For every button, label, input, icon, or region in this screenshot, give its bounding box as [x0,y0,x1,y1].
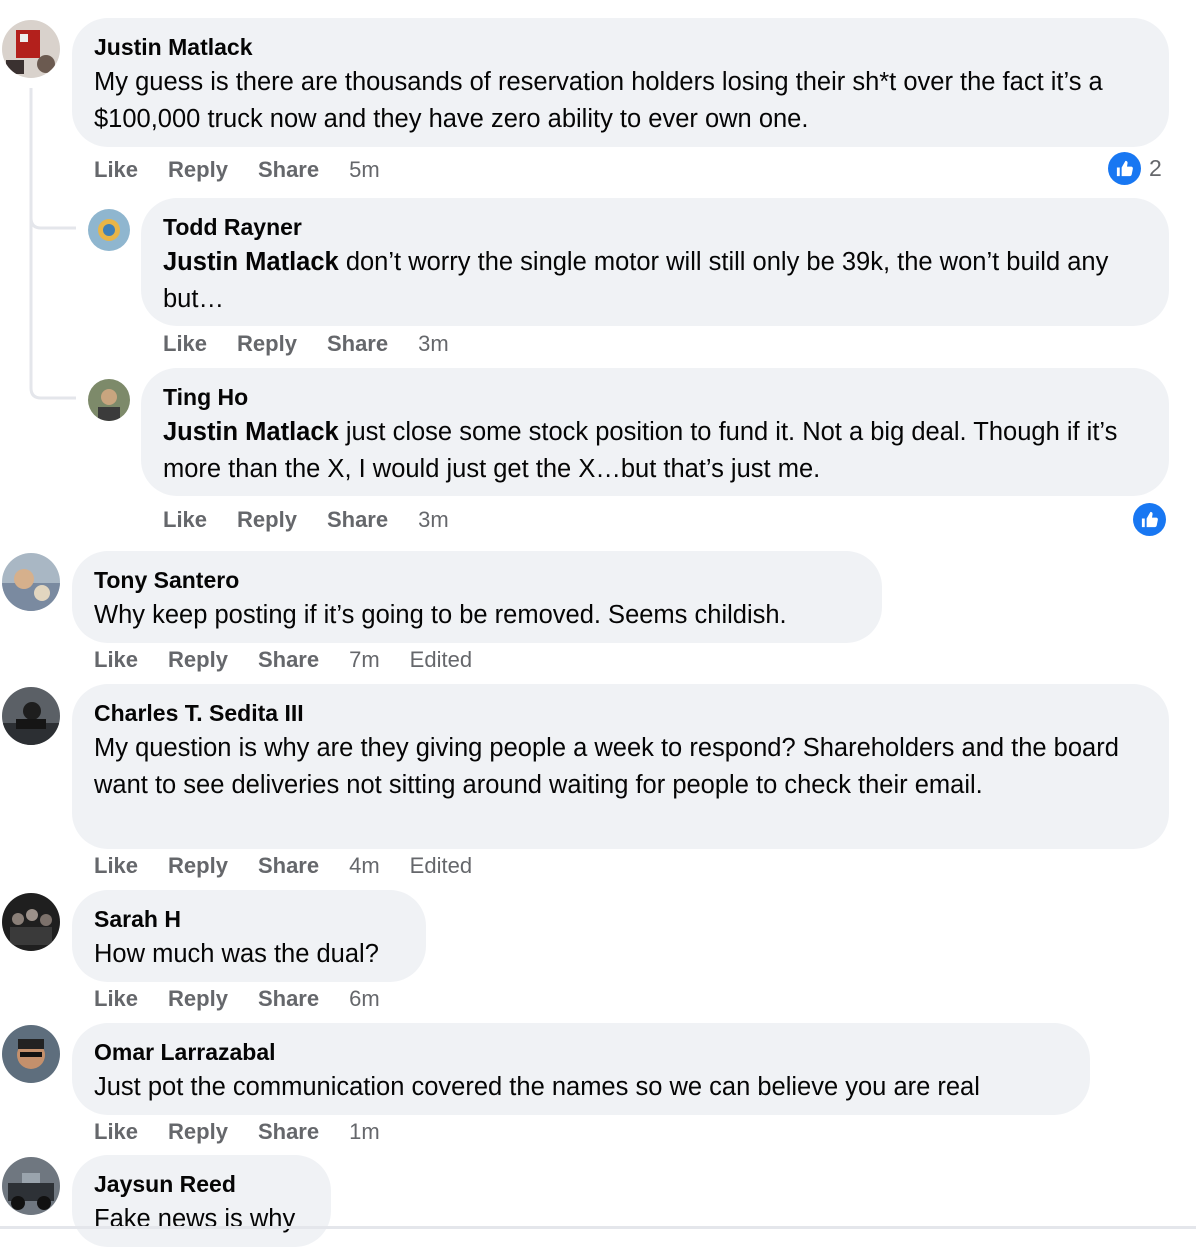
edited-label[interactable]: Edited [410,647,472,673]
reaction-count: 2 [1149,155,1162,181]
comment-author[interactable]: Tony Santero [94,567,860,594]
comment-author[interactable]: Ting Ho [163,384,1147,411]
comment-bubble: Omar Larrazabal Just pot the communicati… [72,1023,1090,1115]
avatar[interactable] [2,687,60,745]
comment-bubble: Ting Ho Justin Matlack just close some s… [141,368,1169,496]
reply-button[interactable]: Reply [237,331,297,357]
comment-actions: Like Reply Share 4m Edited [94,851,502,881]
avatar[interactable] [2,20,60,78]
share-button[interactable]: Share [327,331,388,357]
comment-bubble: Tony Santero Why keep posting if it’s go… [72,551,882,643]
like-button[interactable]: Like [94,986,138,1012]
share-button[interactable]: Share [327,507,388,533]
comment-author[interactable]: Jaysun Reed [94,1171,309,1198]
comment-actions: Like Reply Share 5m [94,155,410,185]
reply-button[interactable]: Reply [168,1119,228,1145]
reply-button[interactable]: Reply [168,157,228,183]
share-button[interactable]: Share [258,1119,319,1145]
comment-actions: Like Reply Share 6m [94,984,410,1014]
share-button[interactable]: Share [258,986,319,1012]
reaction-summary[interactable] [1133,503,1166,536]
comment-author[interactable]: Sarah H [94,906,404,933]
comment-timestamp[interactable]: 7m [349,647,380,673]
comment-timestamp[interactable]: 1m [349,1119,380,1145]
like-button[interactable]: Like [163,331,207,357]
reply-button[interactable]: Reply [168,853,228,879]
avatar[interactable] [88,379,130,421]
comment-actions: Like Reply Share 3m [163,329,479,359]
share-button[interactable]: Share [258,853,319,879]
comment-bubble: Charles T. Sedita III My question is why… [72,684,1169,849]
comment-timestamp[interactable]: 5m [349,157,380,183]
comment-timestamp[interactable]: 6m [349,986,380,1012]
comment-actions: Like Reply Share 1m [94,1117,410,1147]
avatar[interactable] [2,893,60,951]
reaction-summary[interactable]: 2 [1108,152,1162,185]
reply-button[interactable]: Reply [237,507,297,533]
mention-tag[interactable]: Justin Matlack [163,248,339,276]
like-button[interactable]: Like [94,647,138,673]
comment-author[interactable]: Todd Rayner [163,214,1147,241]
comment-bubble: Justin Matlack My guess is there are tho… [72,18,1169,147]
comment-bubble: Jaysun Reed Fake news is why [72,1155,331,1247]
share-button[interactable]: Share [258,647,319,673]
edited-label[interactable]: Edited [410,853,472,879]
reply-button[interactable]: Reply [168,986,228,1012]
comment-actions: Like Reply Share 7m Edited [94,645,502,675]
avatar[interactable] [2,553,60,611]
share-button[interactable]: Share [258,157,319,183]
like-thumb-icon [1133,503,1166,536]
comment-bubble: Sarah H How much was the dual? [72,890,426,982]
avatar[interactable] [2,1157,60,1215]
comment-actions: Like Reply Share 3m [163,505,479,535]
comment-author[interactable]: Charles T. Sedita III [94,700,1147,727]
comment-text: Just pot the communication covered the n… [94,1073,980,1101]
comment-timestamp[interactable]: 3m [418,507,449,533]
bottom-divider [0,1226,1196,1229]
comment-text: My guess is there are thousands of reser… [94,68,1103,133]
like-button[interactable]: Like [94,853,138,879]
comment-text: Justin Matlack don’t worry the single mo… [163,244,1147,318]
reply-button[interactable]: Reply [168,647,228,673]
reply-thread-line [29,88,76,400]
comment-timestamp[interactable]: 3m [418,331,449,357]
comment-text: Why keep posting if it’s going to be rem… [94,601,787,629]
comment-text: Fake news is why [94,1205,296,1233]
comment-author[interactable]: Justin Matlack [94,34,1147,61]
avatar[interactable] [2,1025,60,1083]
comment-author[interactable]: Omar Larrazabal [94,1039,1068,1066]
comment-timestamp[interactable]: 4m [349,853,380,879]
mention-tag[interactable]: Justin Matlack [163,418,339,446]
comment-text: My question is why are they giving peopl… [94,734,1119,799]
like-button[interactable]: Like [94,1119,138,1145]
comment-text: Justin Matlack just close some stock pos… [163,414,1147,488]
like-button[interactable]: Like [94,157,138,183]
like-button[interactable]: Like [163,507,207,533]
comment-bubble: Todd Rayner Justin Matlack don’t worry t… [141,198,1169,326]
comment-text: How much was the dual? [94,940,379,968]
avatar[interactable] [88,209,130,251]
like-thumb-icon [1108,152,1141,185]
